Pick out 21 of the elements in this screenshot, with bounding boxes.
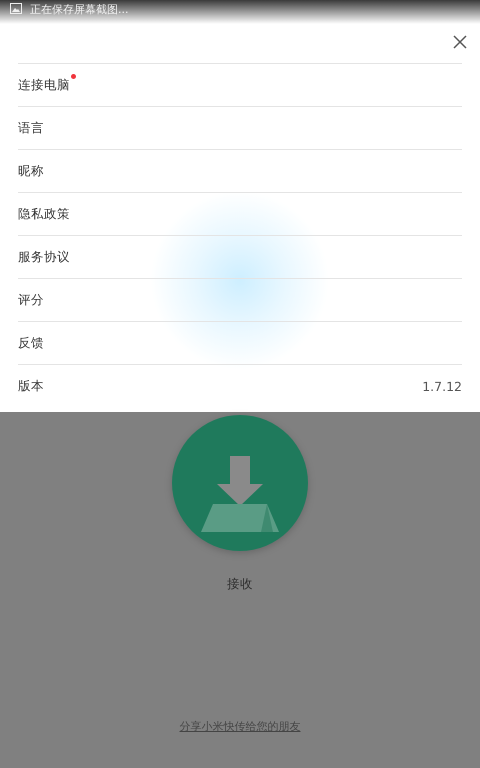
menu-item[interactable]: 昵称 [18, 149, 462, 192]
receive-label: 接收 [227, 576, 253, 593]
menu-item-label: 连接电脑 [18, 76, 70, 92]
menu-item-label: 隐私政策 [18, 206, 70, 220]
menu-item-label: 版本 [18, 378, 44, 392]
menu-item[interactable]: 评分 [18, 278, 462, 321]
menu-item[interactable]: 版本 1.7.12 [18, 364, 462, 407]
menu-item-label: 服务协议 [18, 248, 70, 264]
version-number: 1.7.12 [422, 378, 462, 394]
menu-item-label: 昵称 [18, 162, 44, 178]
notification-text: 正在保存屏幕截图... [30, 3, 128, 17]
menu-item[interactable]: 隐私政策 [18, 192, 462, 235]
image-icon [10, 3, 22, 14]
menu-item[interactable]: 服务协议 [18, 235, 462, 278]
menu-item-label: 评分 [18, 292, 44, 306]
menu-item[interactable]: 反馈 [18, 321, 462, 364]
menu-item[interactable]: 连接电脑 [18, 63, 462, 106]
close-button[interactable] [452, 34, 468, 50]
menu-item[interactable]: 语言 [18, 106, 462, 149]
menu-item-label: 反馈 [18, 334, 44, 350]
menu-item-label: 语言 [18, 120, 44, 134]
